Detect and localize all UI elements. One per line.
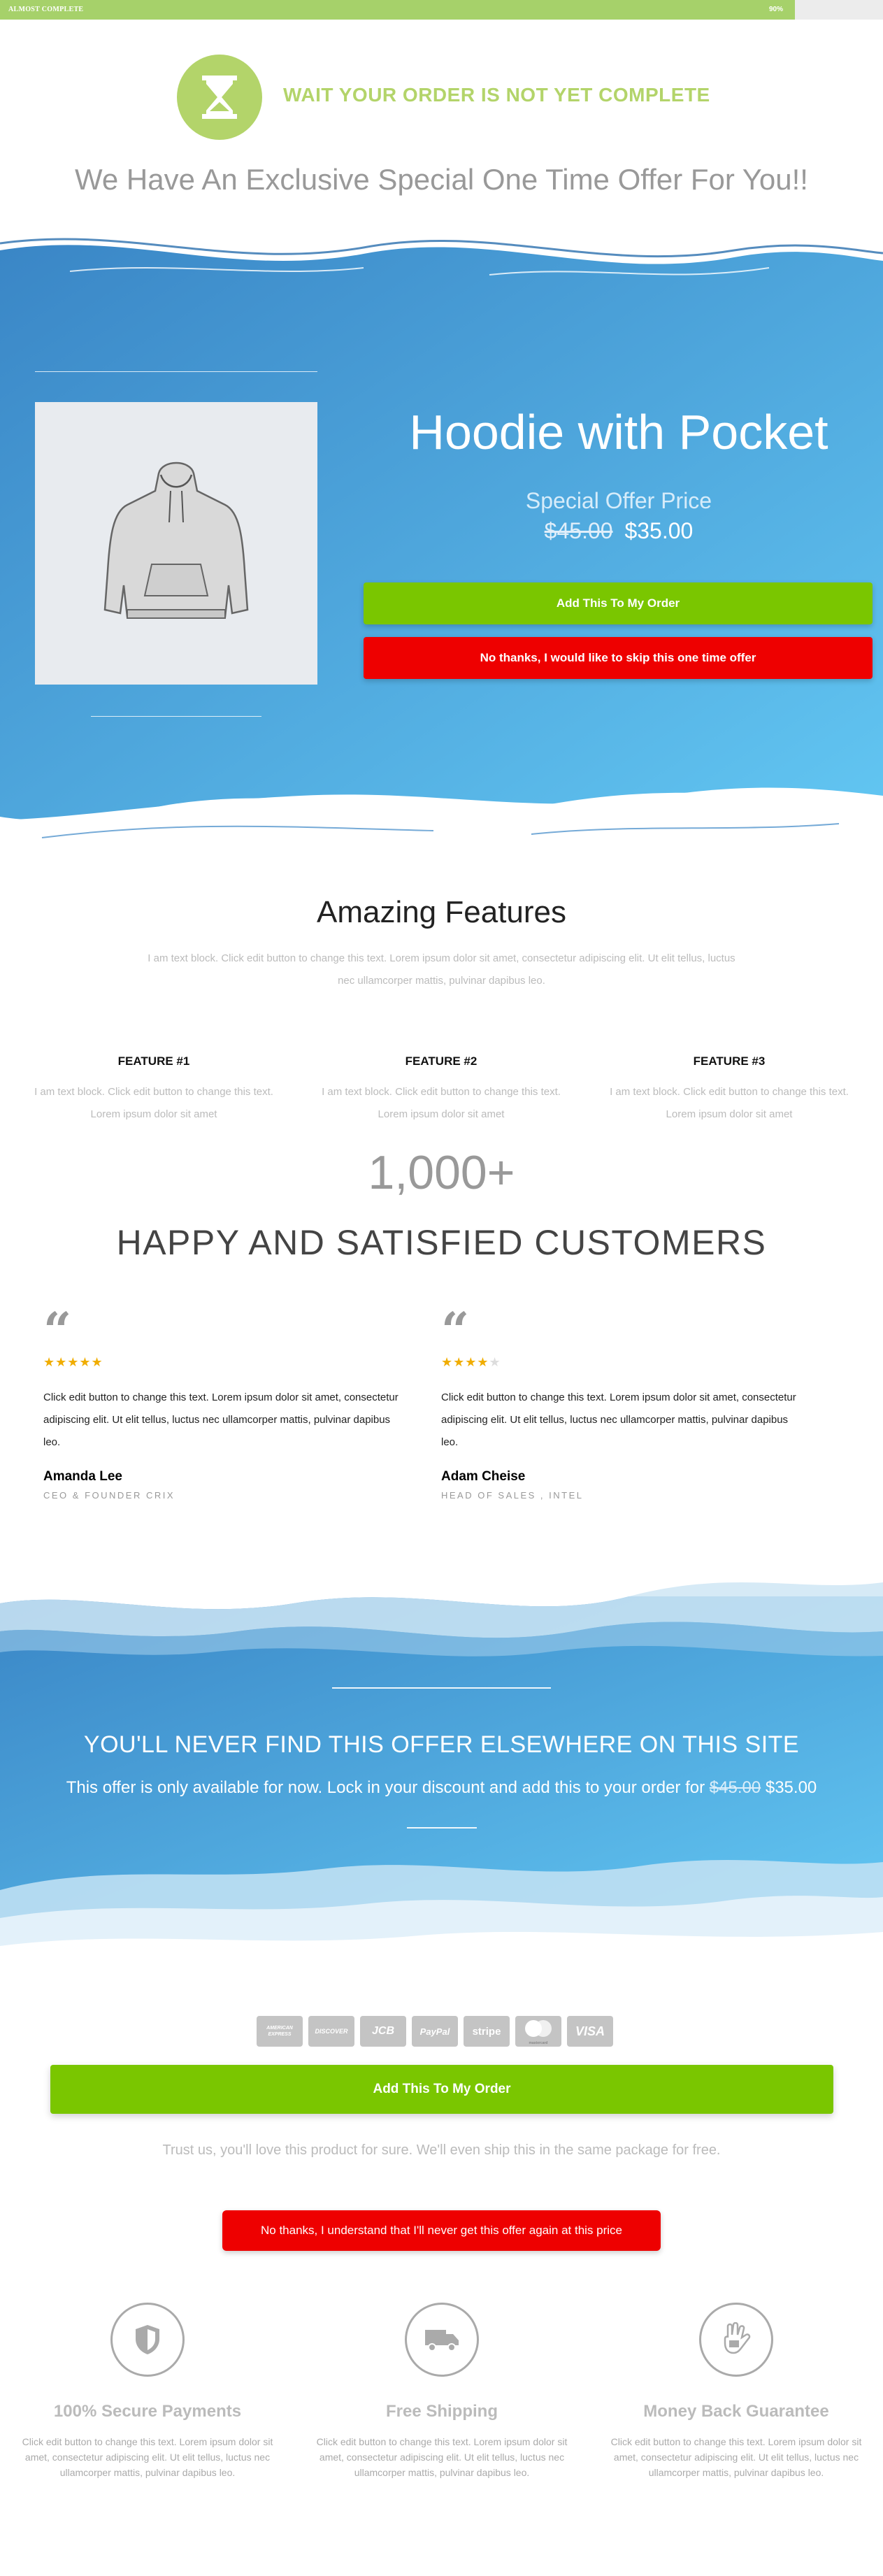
visa-label: VISA xyxy=(575,2024,605,2038)
guarantee-text: Click edit button to change this text. L… xyxy=(22,2436,273,2478)
stats-section: 1,000+ HAPPY AND SATISFIED CUSTOMERS xyxy=(0,1138,883,1306)
testimonials-section: “ ★★★★★ Click edit button to change this… xyxy=(0,1306,883,1554)
old-price: $45.00 xyxy=(544,518,613,543)
features-description: I am text block. Click edit button to ch… xyxy=(148,952,735,987)
testimonial-text: Click edit button to change this text. L… xyxy=(43,1391,399,1448)
progress-label: ALMOST COMPLETE xyxy=(8,6,84,13)
shield-icon xyxy=(110,2303,185,2377)
product-title: Hoodie with Pocket xyxy=(409,405,828,459)
skip-offer-button[interactable]: No thanks, I understand that I'll never … xyxy=(222,2210,661,2251)
add-to-order-button[interactable]: Add This To My Order xyxy=(364,582,873,624)
add-to-order-button[interactable]: Add This To My Order xyxy=(50,2065,833,2114)
testimonial-role: HEAD OF SALES , INTEL xyxy=(441,1490,584,1501)
progress-percent: 90% xyxy=(769,6,784,13)
offer-reminder-section: YOU'LL NEVER FIND THIS OFFER ELSEWHERE O… xyxy=(0,1554,883,1974)
stars-filled: ★★★★★ xyxy=(43,1355,103,1369)
feature-text: I am text block. Click edit button to ch… xyxy=(322,1086,561,1120)
guarantee-text: Click edit button to change this text. L… xyxy=(316,2436,568,2478)
guarantee-title: Money Back Guarantee xyxy=(643,2402,829,2421)
truck-icon xyxy=(405,2303,479,2377)
cta-text: Trust us, you'll love this product for s… xyxy=(162,2142,721,2158)
offer-section: Hoodie with Pocket Special Offer Price $… xyxy=(0,229,883,859)
star-rating: ★★★★★ xyxy=(43,1355,407,1370)
stars-filled: ★★★★ xyxy=(441,1355,489,1369)
discover-card-icon: DISCOVER xyxy=(308,2016,354,2047)
feature-item: FEATURE #2 I am text block. Click edit b… xyxy=(308,1054,574,1126)
quote-icon: “ xyxy=(441,1306,470,1341)
guarantee-title: Free Shipping xyxy=(385,2402,498,2421)
testimonial-name: Amanda Lee xyxy=(43,1469,122,1484)
feature-item: FEATURE #3 I am text block. Click edit b… xyxy=(596,1054,862,1126)
stars-empty: ★ xyxy=(489,1355,501,1369)
guarantee-item: Money Back Guarantee Click edit button t… xyxy=(593,2303,880,2480)
offer-reminder-text: This offer is only available for now. Lo… xyxy=(0,1778,883,1798)
amex-label: AMERICAN EXPRESS xyxy=(266,2026,293,2037)
offer-reminder-title: YOU'LL NEVER FIND THIS OFFER ELSEWHERE O… xyxy=(83,1731,800,1758)
mastercard-card-icon: mastercard xyxy=(515,2016,561,2047)
progress-fill xyxy=(0,0,795,20)
new-price: $35.00 xyxy=(765,1778,817,1797)
discover-label: DISCOVER xyxy=(315,2028,348,2035)
customer-caption: HAPPY AND SATISFIED CUSTOMERS xyxy=(116,1223,767,1262)
testimonial-text: Click edit button to change this text. L… xyxy=(441,1391,796,1448)
amex-card-icon: AMERICAN EXPRESS xyxy=(257,2016,303,2047)
testimonial-name: Adam Cheise xyxy=(441,1469,526,1484)
guarantees-section: 100% Secure Payments Click edit button t… xyxy=(0,2282,883,2491)
feature-name: FEATURE #1 xyxy=(117,1054,190,1068)
feature-name: FEATURE #2 xyxy=(405,1054,478,1068)
star-rating: ★★★★★ xyxy=(441,1355,805,1370)
special-offer-label: Special Offer Price xyxy=(525,488,712,513)
price-row: $45.00 $35.00 xyxy=(364,518,874,544)
jcb-card-icon: JCB xyxy=(360,2016,406,2047)
feature-text: I am text block. Click edit button to ch… xyxy=(34,1086,273,1120)
guarantee-text: Click edit button to change this text. L… xyxy=(610,2436,862,2478)
divider-top xyxy=(35,371,317,372)
hourglass-icon xyxy=(177,55,262,140)
visa-card-icon: VISA xyxy=(567,2016,613,2047)
new-price: $35.00 xyxy=(624,518,694,543)
feature-name: FEATURE #3 xyxy=(693,1054,766,1068)
mastercard-label: mastercard xyxy=(529,2041,548,2045)
hand-money-icon xyxy=(699,2303,773,2377)
feature-item: FEATURE #1 I am text block. Click edit b… xyxy=(21,1054,287,1126)
quote-icon: “ xyxy=(43,1306,72,1341)
offer-reminder-copy: This offer is only available for now. Lo… xyxy=(66,1778,705,1797)
guarantee-item: 100% Secure Payments Click edit button t… xyxy=(4,2303,291,2480)
guarantee-item: Free Shipping Click edit button to chang… xyxy=(299,2303,585,2480)
stripe-label: stripe xyxy=(472,2025,501,2038)
offer-reminder-background xyxy=(0,1554,883,1974)
upsell-header: WAIT YOUR ORDER IS NOT YET COMPLETE We H… xyxy=(0,20,883,229)
jcb-label: JCB xyxy=(371,2025,394,2037)
customer-count: 1,000+ xyxy=(368,1146,515,1199)
skip-offer-button[interactable]: No thanks, I would like to skip this one… xyxy=(364,637,873,679)
divider-top xyxy=(332,1687,551,1689)
testimonial-role: CEO & FOUNDER CRIX xyxy=(43,1490,175,1501)
paypal-card-icon: PayPal xyxy=(412,2016,458,2047)
progress-bar: ALMOST COMPLETE 90% xyxy=(0,0,883,20)
cta-section: AMERICAN EXPRESS DISCOVER JCB PayPal str… xyxy=(0,1974,883,2282)
header-subtitle: We Have An Exclusive Special One Time Of… xyxy=(75,163,808,196)
divider-bottom xyxy=(91,716,261,717)
testimonial-card: “ ★★★★★ Click edit button to change this… xyxy=(441,1306,805,1501)
feature-text: I am text block. Click edit button to ch… xyxy=(610,1086,849,1120)
payment-cards: AMERICAN EXPRESS DISCOVER JCB PayPal str… xyxy=(257,2016,613,2047)
testimonial-card: “ ★★★★★ Click edit button to change this… xyxy=(43,1306,407,1501)
guarantee-title: 100% Secure Payments xyxy=(53,2402,242,2421)
features-title: Amazing Features xyxy=(316,895,567,929)
old-price: $45.00 xyxy=(709,1778,761,1797)
header-title: WAIT YOUR ORDER IS NOT YET COMPLETE xyxy=(283,84,710,106)
features-section: Amazing Features I am text block. Click … xyxy=(0,859,883,1138)
divider-bottom xyxy=(407,1827,477,1829)
stripe-card-icon: stripe xyxy=(464,2016,510,2047)
hoodie-image xyxy=(35,402,317,685)
paypal-label: PayPal xyxy=(419,2026,450,2037)
